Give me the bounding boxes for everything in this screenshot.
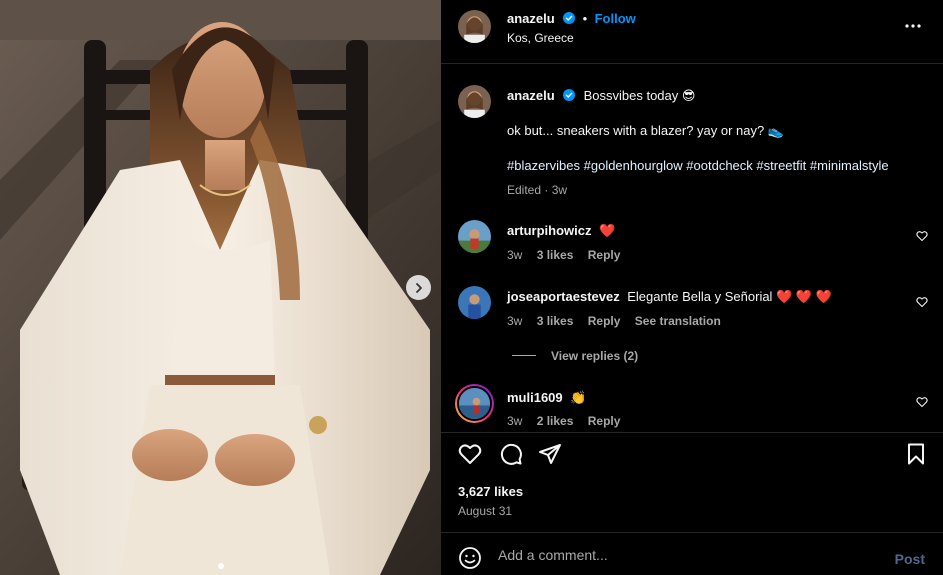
reply-button[interactable]: Reply: [588, 314, 621, 328]
carousel-dot-active: [217, 563, 224, 569]
heart-icon[interactable]: [916, 230, 928, 242]
share-icon[interactable]: [538, 442, 562, 466]
bookmark-icon[interactable]: [904, 442, 928, 466]
post-photo: [0, 0, 441, 575]
caption-age[interactable]: 3w: [552, 183, 567, 197]
comment-icon[interactable]: [499, 442, 523, 466]
caption-avatar[interactable]: [458, 85, 491, 118]
comment-age[interactable]: 3w: [507, 414, 522, 428]
comment-text: 👏: [570, 390, 587, 405]
hashtag-link[interactable]: #blazervibes: [507, 158, 580, 173]
chevron-right-icon: [415, 282, 422, 293]
comment-username[interactable]: joseaportaestevez: [507, 289, 620, 304]
heart-icon[interactable]: [458, 442, 482, 466]
caption-meta: Edited · 3w: [507, 183, 567, 197]
emoji-icon[interactable]: [458, 546, 482, 570]
commenter-avatar-story[interactable]: [455, 384, 494, 423]
comment-age[interactable]: 3w: [507, 314, 522, 328]
reply-button[interactable]: Reply: [588, 248, 621, 262]
comment-likes[interactable]: 3 likes: [537, 314, 574, 328]
hashtag-link[interactable]: #ootdcheck: [686, 158, 753, 173]
post-media[interactable]: [0, 0, 441, 575]
comment-username[interactable]: muli1609: [507, 390, 563, 405]
caption-text: Bossvibes today 😎: [583, 88, 696, 103]
likes-count[interactable]: 3,627 likes: [458, 484, 523, 499]
follow-button[interactable]: Follow: [595, 11, 636, 26]
view-replies-label: View replies (2): [551, 349, 639, 363]
author-avatar[interactable]: [458, 10, 491, 43]
hashtag-link[interactable]: #goldenhourglow: [584, 158, 683, 173]
follow-separator: •: [582, 11, 588, 26]
replies-line: [512, 355, 536, 356]
caption-hashtags: #blazervibes #goldenhourglow #ootdcheck …: [507, 158, 889, 173]
more-options-icon[interactable]: [903, 16, 923, 36]
meta-separator: ·: [544, 183, 549, 197]
comment-composer: Post: [441, 532, 943, 575]
hashtag-link[interactable]: #streetfit: [756, 158, 806, 173]
caption-username[interactable]: anazelu: [507, 88, 555, 103]
avatar-image: [458, 85, 491, 118]
post-button[interactable]: Post: [895, 551, 925, 567]
author-username[interactable]: anazelu: [507, 11, 555, 26]
post-panel: anazelu • Follow Kos, Greece anazelu Bos…: [441, 0, 943, 575]
avatar-image: [458, 10, 491, 43]
reply-button[interactable]: Reply: [588, 414, 621, 428]
hashtag-link[interactable]: #minimalstyle: [810, 158, 889, 173]
avatar-image: [458, 220, 491, 253]
post-location[interactable]: Kos, Greece: [507, 31, 574, 45]
comment-age[interactable]: 3w: [507, 248, 522, 262]
edited-label: Edited: [507, 183, 542, 197]
avatar-image: [458, 286, 491, 319]
see-translation-button[interactable]: See translation: [635, 314, 721, 328]
commenter-avatar[interactable]: [458, 220, 491, 253]
caption-line-2: ok but... sneakers with a blazer? yay or…: [507, 123, 785, 138]
post-date[interactable]: August 31: [458, 504, 512, 518]
carousel-indicator: [0, 563, 441, 569]
comment-likes[interactable]: 3 likes: [537, 248, 574, 262]
carousel-next-button[interactable]: [406, 275, 431, 300]
comment-text: Elegante Bella y Señorial ❤️ ❤️ ❤️: [627, 289, 832, 304]
view-replies-button[interactable]: View replies (2): [512, 349, 638, 363]
comment-text: ❤️: [598, 223, 616, 238]
commenter-avatar[interactable]: [458, 286, 491, 319]
verified-badge-icon: [563, 89, 576, 101]
post-header: anazelu • Follow Kos, Greece: [441, 0, 943, 64]
comment-likes[interactable]: 2 likes: [537, 414, 574, 428]
heart-icon[interactable]: [916, 296, 928, 308]
comment-username[interactable]: arturpihowicz: [507, 223, 592, 238]
verified-badge-icon: [563, 12, 576, 24]
comment-input[interactable]: [498, 545, 878, 565]
heart-icon[interactable]: [916, 396, 928, 408]
action-bar-divider: [441, 432, 943, 433]
avatar-image: [457, 386, 492, 421]
